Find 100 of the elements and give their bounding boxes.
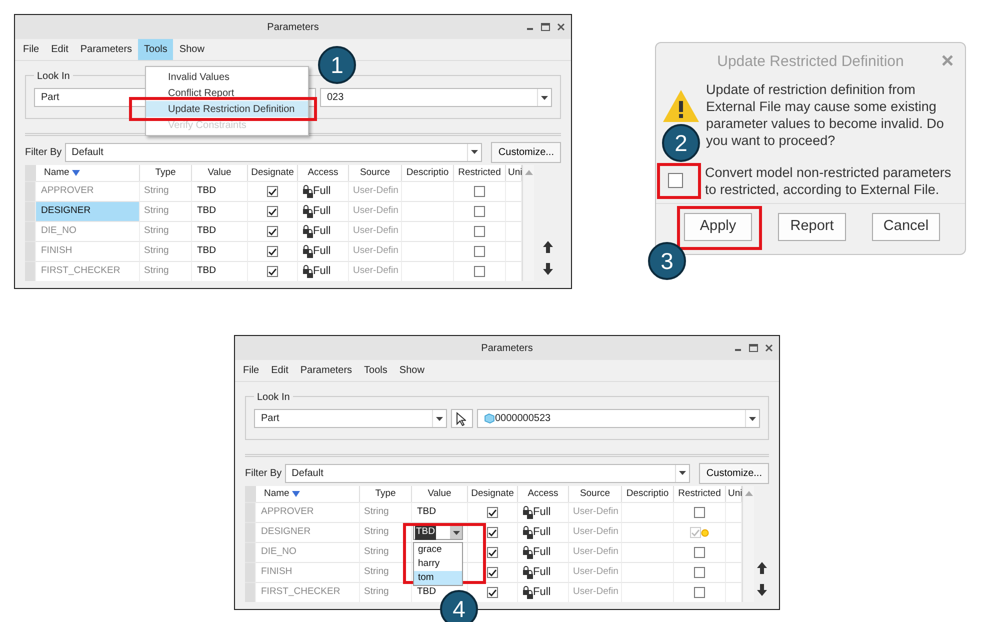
table-cell[interactable]: FINISH: [36, 241, 140, 261]
checkbox[interactable]: [694, 547, 705, 558]
column-header[interactable]: Descriptio: [622, 486, 674, 502]
caret-icon[interactable]: [679, 471, 686, 475]
checkbox[interactable]: [267, 266, 278, 277]
menu-item[interactable]: File: [237, 360, 266, 381]
scope-dropdown[interactable]: Part: [254, 409, 447, 428]
checkbox[interactable]: [694, 507, 705, 518]
pick-button[interactable]: [451, 409, 473, 428]
check-icon: [268, 228, 277, 236]
column-header[interactable]: Access: [298, 165, 349, 181]
caret-icon[interactable]: [471, 150, 478, 154]
menu-item[interactable]: Parameters: [74, 39, 138, 60]
menu-item[interactable]: Invalid Values: [146, 69, 308, 85]
table-cell[interactable]: DIE_NO: [36, 221, 140, 241]
step-number: 3: [648, 242, 686, 280]
checkbox[interactable]: [474, 246, 485, 257]
dropdown-option[interactable]: tom: [414, 571, 462, 585]
column-header[interactable]: Descriptio: [402, 165, 454, 181]
table-cell[interactable]: FIRST_CHECKER: [36, 261, 140, 281]
dialog-button[interactable]: Cancel: [872, 212, 940, 241]
move-down-icon[interactable]: [756, 584, 766, 596]
customize-button[interactable]: Customize...: [491, 142, 561, 162]
checkbox[interactable]: [694, 567, 705, 578]
menu-item[interactable]: Tools: [358, 360, 394, 381]
checkbox[interactable]: [267, 226, 278, 237]
move-up-icon[interactable]: [756, 562, 766, 574]
table-cell[interactable]: DIE_NO: [256, 542, 360, 562]
column-header[interactable]: Name: [256, 486, 360, 502]
table-cell-text: Full: [533, 505, 551, 520]
checkbox[interactable]: [487, 587, 498, 598]
checkbox[interactable]: [474, 186, 485, 197]
column-header[interactable]: Designate: [248, 165, 298, 181]
scrollbar[interactable]: [742, 486, 754, 602]
check-icon: [488, 508, 497, 516]
checkbox[interactable]: [474, 266, 485, 277]
caret-icon[interactable]: [749, 416, 756, 420]
row-header: [25, 165, 36, 181]
checkbox[interactable]: [487, 507, 498, 518]
caret-icon[interactable]: [452, 530, 460, 534]
menu-item[interactable]: Parameters: [294, 360, 358, 381]
table-cell: String: [140, 221, 192, 241]
caret-icon[interactable]: [436, 416, 443, 420]
column-header[interactable]: Restricted: [674, 486, 726, 502]
menu-item[interactable]: Edit: [45, 39, 74, 60]
checkbox[interactable]: [267, 186, 278, 197]
dialog-button[interactable]: Report: [778, 212, 846, 241]
model-dropdown[interactable]: 023: [320, 88, 552, 107]
move-down-icon[interactable]: [542, 263, 552, 275]
table-cell[interactable]: DESIGNER: [256, 522, 360, 542]
column-header[interactable]: Name: [36, 165, 140, 181]
checkbox[interactable]: [668, 173, 683, 188]
dialog-button[interactable]: Apply: [684, 212, 752, 241]
filter-dropdown[interactable]: Default: [64, 142, 482, 162]
column-header[interactable]: Uni: [726, 486, 742, 502]
checkbox[interactable]: [690, 527, 701, 538]
column-header[interactable]: Type: [140, 165, 192, 181]
dropdown-option[interactable]: harry: [414, 557, 462, 571]
checkbox[interactable]: [487, 547, 498, 558]
value-dropdown[interactable]: TBD: [413, 525, 463, 540]
close-icon[interactable]: [557, 23, 565, 31]
column-header[interactable]: Source: [349, 165, 402, 181]
filter-dropdown[interactable]: Default: [284, 464, 690, 482]
table-cell: User-Defin: [569, 522, 622, 542]
scrollbar[interactable]: [522, 165, 534, 281]
column-header[interactable]: Value: [412, 486, 468, 502]
caret-icon[interactable]: [541, 96, 548, 100]
dropdown-option[interactable]: grace: [414, 543, 462, 557]
menu-item[interactable]: Show: [173, 39, 210, 60]
menu-item[interactable]: Edit: [265, 360, 294, 381]
maximize-icon[interactable]: [541, 23, 550, 31]
customize-button[interactable]: Customize...: [699, 462, 769, 484]
checkbox[interactable]: [267, 206, 278, 217]
menu-item[interactable]: File: [17, 39, 46, 60]
column-header[interactable]: Designate: [468, 486, 518, 502]
column-header[interactable]: Source: [569, 486, 622, 502]
menu-item[interactable]: Update Restriction Definition: [146, 101, 308, 117]
column-header[interactable]: Value: [192, 165, 248, 181]
checkbox[interactable]: [474, 226, 485, 237]
table-cell[interactable]: FINISH: [256, 562, 360, 582]
column-header[interactable]: Uni: [506, 165, 522, 181]
column-header[interactable]: Access: [518, 486, 569, 502]
menu-item[interactable]: Tools: [138, 39, 174, 60]
table-cell[interactable]: FIRST_CHECKER: [256, 582, 360, 602]
column-header[interactable]: Type: [360, 486, 412, 502]
table-cell[interactable]: APPROVER: [36, 181, 140, 201]
table-cell[interactable]: DESIGNER: [36, 201, 140, 221]
model-dropdown[interactable]: 0000000523: [477, 409, 760, 428]
menu-item[interactable]: Show: [393, 360, 430, 381]
checkbox[interactable]: [267, 246, 278, 257]
close-icon[interactable]: [765, 344, 773, 352]
checkbox[interactable]: [487, 527, 498, 538]
checkbox[interactable]: [487, 567, 498, 578]
checkbox[interactable]: [474, 206, 485, 217]
column-header[interactable]: Restricted: [454, 165, 506, 181]
checkbox[interactable]: [694, 587, 705, 598]
maximize-icon[interactable]: [749, 344, 758, 352]
table-cell[interactable]: APPROVER: [256, 502, 360, 522]
move-up-icon[interactable]: [542, 241, 552, 253]
menu-item[interactable]: Conflict Report: [146, 85, 308, 101]
